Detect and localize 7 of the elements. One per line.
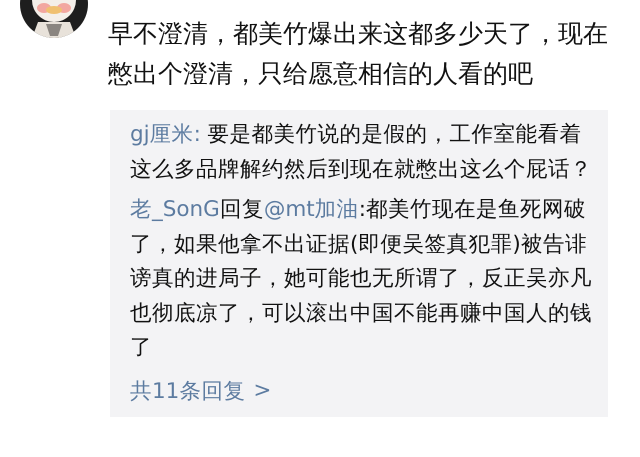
username-link[interactable]: gj厘米: (130, 122, 201, 147)
more-replies-link[interactable]: 共11条回复 > (130, 376, 596, 404)
mention-link[interactable]: @mt加油 (264, 197, 359, 222)
username-link[interactable]: 老_SonG (130, 197, 220, 222)
reply-text: gj厘米: 要是都美竹说的是假的，工作室能看着这么多品牌解约然后到现在就憋出这么个屁话？ (130, 121, 593, 184)
reply-text: 老_SonG回复@mt加油:都美竹现在是鱼死网破了，如果他拿不出证据(即便吴签真犯罪)被告诽谤真的进局子，她可能也无所谓了，反正吴亦凡也彻底凉了，可以滚出中国不能再赚中国人的钱了 (130, 196, 593, 362)
comment-text: 早不澄清，都美竹爆出来这都多少天了，现在憋出个澄清，只给愿意相信的人看的吧 (108, 18, 609, 90)
